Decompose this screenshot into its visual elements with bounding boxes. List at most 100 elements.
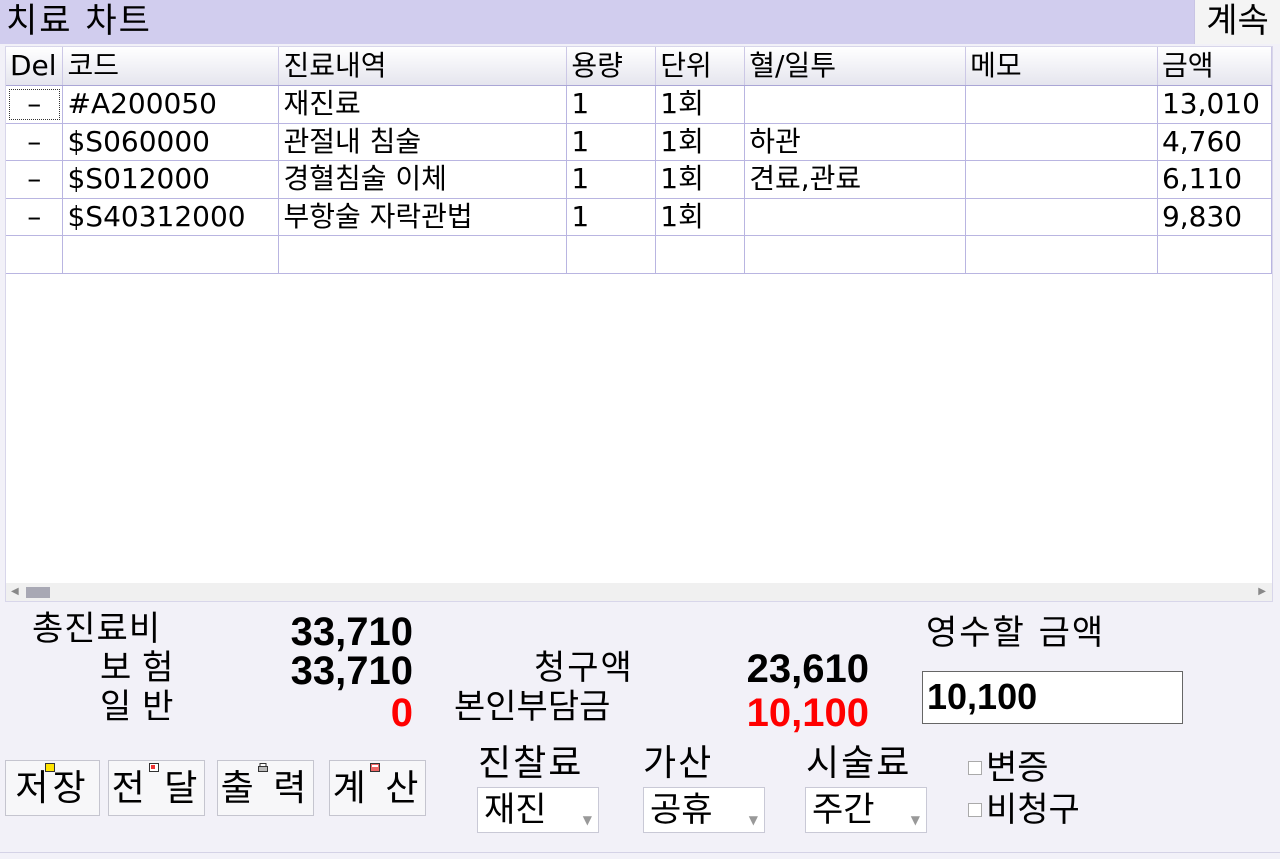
copay-value: 10,100 [746, 691, 869, 735]
calculator-icon [369, 763, 380, 772]
column-header-del[interactable]: Del [6, 47, 64, 86]
acupoint-cell[interactable]: 하관 [744, 123, 967, 161]
general-value: 0 [390, 691, 413, 735]
checkbox-icon[interactable] [968, 802, 982, 817]
treatment-cell[interactable]: 부항술 자락관법 [278, 198, 568, 236]
code-cell[interactable]: #A200050 [62, 85, 280, 124]
treatment-cell[interactable] [278, 235, 568, 274]
scroll-thumb[interactable] [26, 587, 50, 598]
insurance-value: 33,710 [290, 649, 413, 693]
column-header-memo[interactable]: 메모 [965, 47, 1158, 86]
general-label: 일 반 [100, 687, 174, 727]
column-header-unit[interactable]: 단위 [655, 47, 746, 86]
unit-cell[interactable]: 1회 [655, 198, 746, 236]
total-fee-value: 33,710 [290, 610, 413, 654]
certificate-checkbox[interactable]: 변증 [968, 748, 1049, 788]
delete-cell[interactable]: – [6, 198, 64, 236]
page-title: 치료 차트 [6, 1, 152, 41]
table-header-row: Del 코드 진료내역 용량 단위 혈/일투 메모 금액 [6, 47, 1273, 86]
table-row-empty[interactable] [6, 235, 1273, 274]
procedure-fee-label: 시술료 [806, 743, 912, 784]
column-header-dose[interactable]: 용량 [566, 47, 657, 86]
acupoint-cell[interactable] [744, 85, 967, 124]
calculate-button[interactable]: 계 산 [329, 760, 426, 816]
unit-cell[interactable]: 1회 [655, 160, 746, 199]
claim-label: 청구액 [534, 648, 634, 688]
insurance-label: 보 험 [100, 648, 174, 688]
memo-cell[interactable] [965, 123, 1158, 161]
exam-fee-select[interactable]: 재진 ▼ [477, 787, 599, 833]
column-header-acupoint[interactable]: 혈/일투 [744, 47, 967, 86]
chevron-down-icon[interactable]: ▼ [911, 798, 920, 842]
amount-cell[interactable] [1157, 235, 1273, 274]
checkbox-icon[interactable] [968, 760, 982, 775]
printer-icon [257, 763, 268, 772]
code-cell[interactable]: $S012000 [62, 160, 280, 199]
unit-cell[interactable]: 1회 [655, 123, 746, 161]
column-header-code[interactable]: 코드 [62, 47, 280, 86]
claim-value: 23,610 [746, 647, 869, 691]
acupoint-cell[interactable] [744, 235, 967, 274]
unit-cell[interactable]: 1회 [655, 85, 746, 124]
save-icon [44, 763, 55, 772]
dose-cell[interactable] [566, 235, 657, 274]
table-row[interactable]: – #A200050 재진료 1 1회 13,010 [6, 85, 1273, 124]
receipt-label: 영수할 금액 [926, 613, 1106, 653]
procedure-fee-select[interactable]: 주간 ▼ [805, 787, 927, 833]
save-button[interactable]: 저장 [5, 760, 100, 816]
non-claim-checkbox-label: 비청구 [986, 790, 1080, 830]
dose-cell[interactable]: 1 [566, 85, 657, 124]
acupoint-cell[interactable]: 견료,관료 [744, 160, 967, 199]
transfer-button[interactable]: 전 달 [108, 760, 205, 816]
print-button[interactable]: 출 력 [217, 760, 314, 816]
code-cell[interactable] [62, 235, 280, 274]
save-button-label: 저장 [15, 768, 90, 809]
code-cell[interactable]: $S40312000 [62, 198, 280, 236]
column-header-treatment[interactable]: 진료내역 [278, 47, 568, 86]
dose-cell[interactable]: 1 [566, 160, 657, 199]
chevron-down-icon[interactable]: ▼ [583, 798, 592, 842]
total-fee-label: 총진료비 [32, 609, 162, 649]
surcharge-selected: 공휴 [650, 790, 713, 830]
treatment-grid: Del 코드 진료내역 용량 단위 혈/일투 메모 금액 – #A200050 … [5, 46, 1273, 602]
delete-cell[interactable] [6, 235, 64, 274]
title-bar: 치료 차트 계속 [0, 0, 1280, 44]
column-header-amount[interactable]: 금액 [1157, 47, 1273, 86]
exam-fee-selected: 재진 [484, 790, 547, 830]
treatment-table: Del 코드 진료내역 용량 단위 혈/일투 메모 금액 – #A200050 … [6, 47, 1273, 274]
amount-cell[interactable]: 4,760 [1157, 123, 1273, 161]
delete-cell[interactable]: – [6, 85, 64, 124]
acupoint-cell[interactable] [744, 198, 967, 236]
continue-button[interactable]: 계속 [1194, 0, 1280, 44]
memo-cell[interactable] [965, 160, 1158, 199]
treatment-cell[interactable]: 관절내 침술 [278, 123, 568, 161]
treatment-cell[interactable]: 경혈침술 이체 [278, 160, 568, 199]
amount-cell[interactable]: 6,110 [1157, 160, 1273, 199]
table-row[interactable]: – $S012000 경혈침술 이체 1 1회 견료,관료 6,110 [6, 160, 1273, 199]
amount-cell[interactable]: 9,830 [1157, 198, 1273, 236]
memo-cell[interactable] [965, 198, 1158, 236]
dose-cell[interactable]: 1 [566, 198, 657, 236]
memo-cell[interactable] [965, 85, 1158, 124]
dose-cell[interactable]: 1 [566, 123, 657, 161]
surcharge-select[interactable]: 공휴 ▼ [643, 787, 765, 833]
amount-cell[interactable]: 13,010 [1157, 85, 1273, 124]
treatment-cell[interactable]: 재진료 [278, 85, 568, 124]
unit-cell[interactable] [655, 235, 746, 274]
transfer-icon [148, 763, 159, 772]
horizontal-scrollbar[interactable]: ◀ ▶ [6, 583, 1272, 601]
transfer-button-label: 전 달 [111, 768, 202, 809]
table-row[interactable]: – $S060000 관절내 침술 1 1회 하관 4,760 [6, 123, 1273, 161]
receipt-amount-field[interactable]: 10,100 [922, 671, 1183, 724]
copay-label: 본인부담금 [454, 687, 611, 727]
delete-cell[interactable]: – [6, 123, 64, 161]
code-cell[interactable]: $S060000 [62, 123, 280, 161]
memo-cell[interactable] [965, 235, 1158, 274]
print-button-label: 출 력 [220, 768, 311, 809]
delete-cell[interactable]: – [6, 160, 64, 199]
chevron-down-icon[interactable]: ▼ [749, 798, 758, 842]
scroll-right-icon[interactable]: ▶ [1258, 586, 1266, 597]
table-row[interactable]: – $S40312000 부항술 자락관법 1 1회 9,830 [6, 198, 1273, 236]
non-claim-checkbox[interactable]: 비청구 [968, 790, 1080, 830]
scroll-left-icon[interactable]: ◀ [11, 586, 19, 597]
